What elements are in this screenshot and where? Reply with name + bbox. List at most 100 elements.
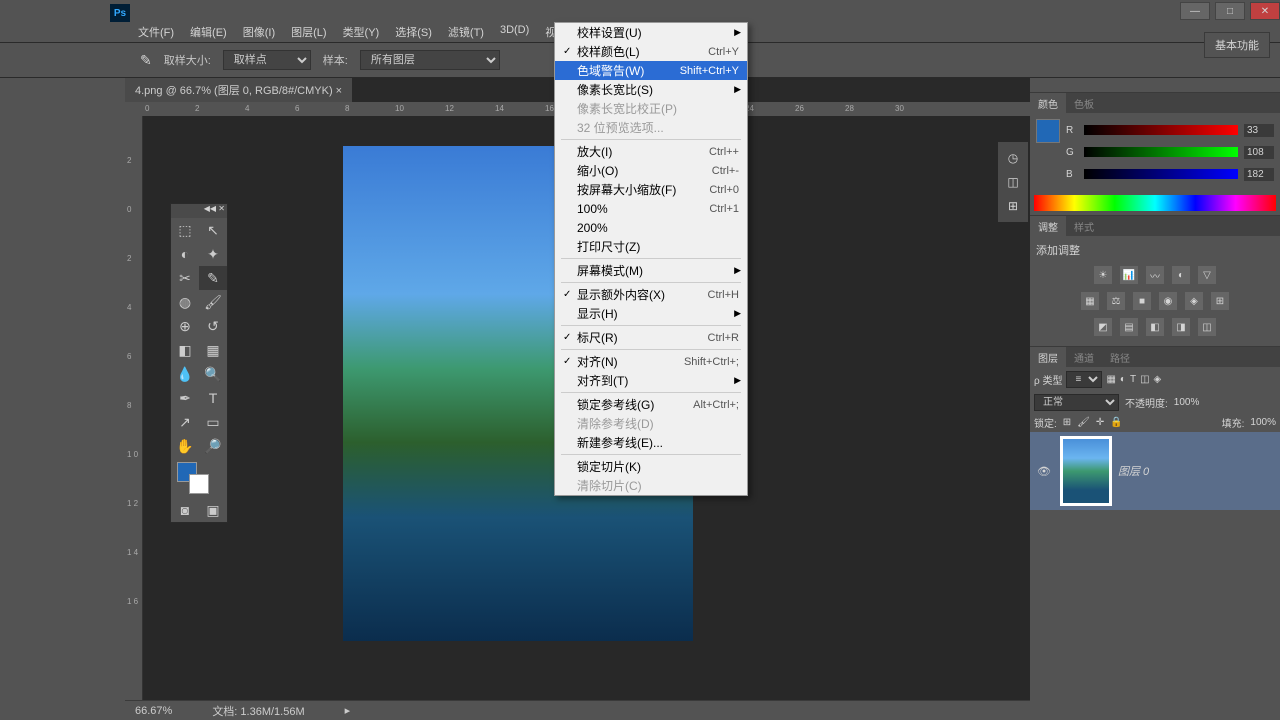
- selective-icon[interactable]: ◫: [1198, 318, 1216, 336]
- hue-icon[interactable]: ▦: [1081, 292, 1099, 310]
- b-value[interactable]: 182: [1244, 168, 1274, 181]
- levels-icon[interactable]: 📊: [1120, 266, 1138, 284]
- menu-2[interactable]: 图像(I): [235, 22, 283, 42]
- threshold-icon[interactable]: ◧: [1146, 318, 1164, 336]
- stamp-tool[interactable]: ⊕: [171, 314, 199, 338]
- layer-filter-select[interactable]: ≡: [1066, 371, 1102, 388]
- menu-1[interactable]: 编辑(E): [182, 22, 235, 42]
- filter-smart-icon[interactable]: ◈: [1154, 374, 1162, 385]
- sample-select[interactable]: 所有图层: [360, 50, 500, 70]
- brush-tool[interactable]: 🖌: [199, 290, 227, 314]
- menu-item[interactable]: 锁定参考线(G)Alt+Ctrl+;: [555, 395, 747, 414]
- collapsed-panels[interactable]: ◷ ◫ ⊞: [998, 142, 1028, 222]
- heal-tool[interactable]: ◍: [171, 290, 199, 314]
- menu-item[interactable]: 锁定切片(K): [555, 457, 747, 476]
- menu-5[interactable]: 选择(S): [387, 22, 440, 42]
- history-brush-tool[interactable]: ↺: [199, 314, 227, 338]
- gradient-map-icon[interactable]: ◨: [1172, 318, 1190, 336]
- lock-pos-icon[interactable]: ✛: [1096, 417, 1104, 428]
- hand-tool[interactable]: ✋: [171, 434, 199, 458]
- minimize-button[interactable]: —: [1180, 2, 1210, 20]
- tab-swatches[interactable]: 色板: [1066, 93, 1102, 113]
- color-swatches[interactable]: [171, 458, 227, 498]
- fill-value[interactable]: 100%: [1250, 417, 1276, 428]
- zoom-level[interactable]: 66.67%: [135, 705, 172, 717]
- menu-item[interactable]: 屏幕模式(M)▶: [555, 261, 747, 280]
- blur-tool[interactable]: 💧: [171, 362, 199, 386]
- document-tab[interactable]: 4.png @ 66.7% (图层 0, RGB/8#/CMYK) ×: [125, 78, 352, 102]
- menu-item[interactable]: 校样设置(U)▶: [555, 23, 747, 42]
- menu-item[interactable]: 对齐到(T)▶: [555, 371, 747, 390]
- layer-thumbnail[interactable]: [1060, 436, 1112, 506]
- balance-icon[interactable]: ⚖: [1107, 292, 1125, 310]
- filter-shape-icon[interactable]: ◫: [1140, 374, 1149, 385]
- type-tool[interactable]: T: [199, 386, 227, 410]
- menu-3[interactable]: 图层(L): [283, 22, 334, 42]
- gradient-tool[interactable]: ▦: [199, 338, 227, 362]
- menu-item[interactable]: 色域警告(W)Shift+Ctrl+Y: [555, 61, 747, 80]
- status-arrow-icon[interactable]: ▸: [345, 704, 351, 717]
- properties-icon[interactable]: ◫: [998, 170, 1028, 194]
- r-slider[interactable]: [1084, 125, 1238, 135]
- menu-item[interactable]: 按屏幕大小缩放(F)Ctrl+0: [555, 180, 747, 199]
- eyedropper-icon[interactable]: ✎: [140, 52, 152, 69]
- doc-info[interactable]: 文档: 1.36M/1.56M: [212, 703, 304, 719]
- lasso-tool[interactable]: ◐: [171, 242, 199, 266]
- eraser-tool[interactable]: ◧: [171, 338, 199, 362]
- menu-item[interactable]: ✓对齐(N)Shift+Ctrl+;: [555, 352, 747, 371]
- menu-item[interactable]: 放大(I)Ctrl++: [555, 142, 747, 161]
- color-spectrum[interactable]: [1034, 195, 1276, 211]
- current-color-swatch[interactable]: [1036, 119, 1060, 143]
- eyedropper-tool[interactable]: ✎: [199, 266, 227, 290]
- invert-icon[interactable]: ◩: [1094, 318, 1112, 336]
- layer-item[interactable]: 👁 图层 0: [1030, 432, 1280, 510]
- photo-filter-icon[interactable]: ◉: [1159, 292, 1177, 310]
- menu-item[interactable]: 新建参考线(E)...: [555, 433, 747, 452]
- filter-type-icon[interactable]: T: [1130, 374, 1136, 385]
- maximize-button[interactable]: □: [1215, 2, 1245, 20]
- screenmode-tool[interactable]: ▣: [199, 498, 227, 522]
- lock-trans-icon[interactable]: ⊞: [1063, 417, 1071, 428]
- menu-item[interactable]: ✓校样颜色(L)Ctrl+Y: [555, 42, 747, 61]
- b-slider[interactable]: [1084, 169, 1238, 179]
- blend-mode-select[interactable]: 正常: [1034, 394, 1119, 411]
- g-slider[interactable]: [1084, 147, 1238, 157]
- menu-item[interactable]: 显示(H)▶: [555, 304, 747, 323]
- move-tool[interactable]: ↖: [199, 218, 227, 242]
- wand-tool[interactable]: ✦: [199, 242, 227, 266]
- bw-icon[interactable]: ■: [1133, 292, 1151, 310]
- layer-name[interactable]: 图层 0: [1118, 463, 1149, 479]
- background-color[interactable]: [189, 474, 209, 494]
- history-icon[interactable]: ◷: [998, 146, 1028, 170]
- character-icon[interactable]: ⊞: [998, 194, 1028, 218]
- menu-6[interactable]: 滤镜(T): [440, 22, 492, 42]
- menu-item[interactable]: 打印尺寸(Z): [555, 237, 747, 256]
- tab-color[interactable]: 颜色: [1030, 93, 1066, 113]
- visibility-icon[interactable]: 👁: [1034, 465, 1054, 478]
- menu-item[interactable]: 缩小(O)Ctrl+-: [555, 161, 747, 180]
- exposure-icon[interactable]: ◐: [1172, 266, 1190, 284]
- tab-paths[interactable]: 路径: [1102, 347, 1138, 367]
- r-value[interactable]: 33: [1244, 124, 1274, 137]
- shape-tool[interactable]: ▭: [199, 410, 227, 434]
- menu-item[interactable]: ✓显示额外内容(X)Ctrl+H: [555, 285, 747, 304]
- menu-7[interactable]: 3D(D): [492, 22, 537, 42]
- tab-styles[interactable]: 样式: [1066, 216, 1102, 236]
- lock-paint-icon[interactable]: 🖌: [1077, 417, 1090, 428]
- filter-adj-icon[interactable]: ◐: [1120, 374, 1126, 385]
- menu-item[interactable]: ✓标尺(R)Ctrl+R: [555, 328, 747, 347]
- zoom-tool[interactable]: 🔎: [199, 434, 227, 458]
- mixer-icon[interactable]: ◈: [1185, 292, 1203, 310]
- menu-item[interactable]: 100%Ctrl+1: [555, 199, 747, 218]
- sample-size-select[interactable]: 取样点: [223, 50, 311, 70]
- filter-pixel-icon[interactable]: ▦: [1106, 374, 1115, 385]
- opacity-value[interactable]: 100%: [1174, 397, 1200, 408]
- toolbox-header[interactable]: ◀◀ ✕: [171, 204, 227, 218]
- vertical-ruler[interactable]: 2024681 01 21 41 6: [125, 116, 143, 718]
- pen-tool[interactable]: ✒: [171, 386, 199, 410]
- menu-0[interactable]: 文件(F): [130, 22, 182, 42]
- g-value[interactable]: 108: [1244, 146, 1274, 159]
- quickmask-tool[interactable]: ◙: [171, 498, 199, 522]
- workspace-switcher[interactable]: 基本功能: [1204, 32, 1270, 58]
- menu-item[interactable]: 200%: [555, 218, 747, 237]
